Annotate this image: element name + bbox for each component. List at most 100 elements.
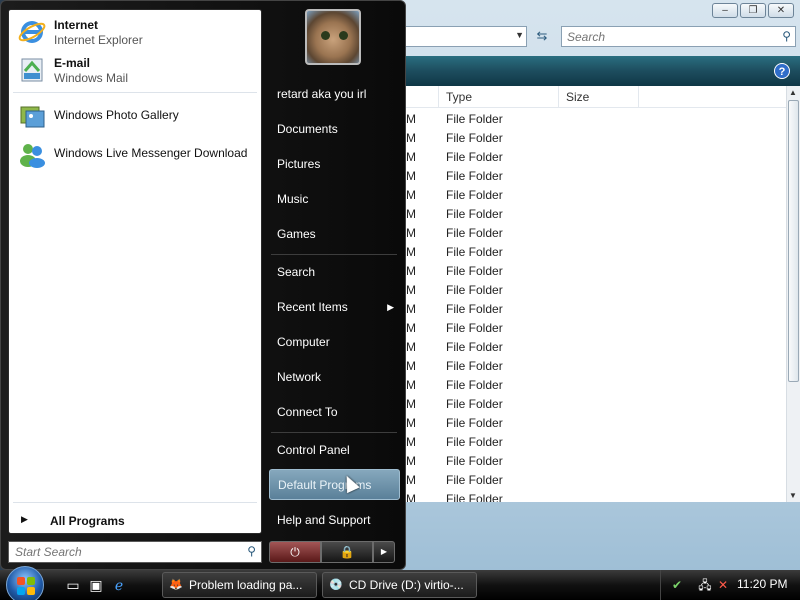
chevron-down-icon[interactable]: ▼	[515, 30, 524, 40]
right-item-games[interactable]: Games	[269, 219, 400, 249]
volume-muted-icon[interactable]: ✕	[715, 577, 731, 593]
column-separator[interactable]	[438, 86, 439, 108]
row-type: File Folder	[446, 112, 503, 126]
divider	[271, 254, 397, 255]
table-row[interactable]: M File Folder	[400, 281, 786, 300]
row-time-fragment: M	[406, 169, 416, 183]
column-separator[interactable]	[638, 86, 639, 108]
minimize-button[interactable]: –	[712, 3, 738, 18]
maximize-button[interactable]: ❐	[740, 3, 766, 18]
table-row[interactable]: M File Folder	[400, 357, 786, 376]
network-icon[interactable]: 🖧	[697, 577, 713, 593]
lock-button[interactable]: 🔒	[321, 541, 373, 563]
table-row[interactable]: M File Folder	[400, 452, 786, 471]
shutdown-options-button[interactable]: ▶	[373, 541, 395, 563]
close-button[interactable]: ✕	[768, 3, 794, 18]
column-separator[interactable]	[558, 86, 559, 108]
right-item-label: Recent Items	[277, 300, 348, 314]
chevron-right-icon: ▶	[380, 547, 388, 556]
right-item-music[interactable]: Music	[269, 184, 400, 214]
switch-windows-icon[interactable]: ▣	[88, 577, 104, 593]
help-icon[interactable]: ?	[774, 63, 790, 79]
pinned-internet[interactable]: Internet Internet Explorer	[13, 14, 259, 50]
row-time-fragment: M	[406, 340, 416, 354]
divider	[13, 502, 257, 503]
table-row[interactable]: M File Folder	[400, 262, 786, 281]
table-row[interactable]: M File Folder	[400, 205, 786, 224]
column-header: Type Size	[400, 86, 786, 108]
explorer-search-input[interactable]	[562, 27, 762, 46]
all-programs-button[interactable]: ▶ All Programs	[13, 510, 259, 532]
scrollbar-thumb[interactable]	[788, 100, 799, 382]
table-row[interactable]: M File Folder	[400, 490, 786, 502]
right-item-network[interactable]: Network	[269, 362, 400, 392]
cd-drive-icon: 💿	[329, 579, 343, 591]
right-item-help-and-support[interactable]: Help and Support	[269, 505, 400, 535]
search-icon[interactable]: ⚲	[247, 544, 256, 558]
table-row[interactable]: M File Folder	[400, 129, 786, 148]
internet-explorer-icon	[18, 21, 46, 43]
right-item-computer[interactable]: Computer	[269, 327, 400, 357]
power-controls: ⏻ 🔒 ▶	[269, 541, 395, 563]
table-row[interactable]: M File Folder	[400, 167, 786, 186]
table-row[interactable]: M File Folder	[400, 148, 786, 167]
right-item-pictures[interactable]: Pictures	[269, 149, 400, 179]
search-icon[interactable]: ⚲	[782, 29, 791, 43]
right-item-documents[interactable]: Documents	[269, 114, 400, 144]
table-row[interactable]: M File Folder	[400, 414, 786, 433]
right-item-search[interactable]: Search	[269, 257, 400, 287]
start-button[interactable]	[6, 566, 44, 600]
table-row[interactable]: M File Folder	[400, 338, 786, 357]
table-row[interactable]: M File Folder	[400, 376, 786, 395]
recent-photo-gallery[interactable]: Windows Photo Gallery	[13, 98, 259, 134]
system-tray: ✔ 🖧 ✕ 11:20 PM	[660, 570, 800, 600]
right-item-control-panel[interactable]: Control Panel	[269, 435, 400, 465]
column-type[interactable]: Type	[446, 90, 472, 104]
row-time-fragment: M	[406, 264, 416, 278]
recent-label: Windows Live Messenger Download	[54, 146, 248, 160]
task-label: Problem loading pa...	[189, 578, 303, 592]
show-desktop-icon[interactable]: ▭	[65, 577, 81, 593]
column-size[interactable]: Size	[566, 90, 589, 104]
right-item-connect-to[interactable]: Connect To	[269, 397, 400, 427]
table-row[interactable]: M File Folder	[400, 224, 786, 243]
table-row[interactable]: M File Folder	[400, 243, 786, 262]
table-row[interactable]: M File Folder	[400, 186, 786, 205]
table-row[interactable]: M File Folder	[400, 319, 786, 338]
pinned-email[interactable]: E-mail Windows Mail	[13, 52, 259, 88]
file-list: Type Size M File Folder M File Folder M File …	[400, 86, 786, 502]
explorer-search[interactable]: ⚲	[561, 26, 796, 47]
power-button[interactable]: ⏻	[269, 541, 321, 563]
chevron-right-icon: ▶	[387, 302, 394, 312]
row-type: File Folder	[446, 226, 503, 240]
scroll-up-icon[interactable]: ▲	[789, 88, 797, 97]
row-type: File Folder	[446, 492, 503, 502]
row-type: File Folder	[446, 378, 503, 392]
table-row[interactable]: M File Folder	[400, 395, 786, 414]
scroll-down-icon[interactable]: ▼	[789, 491, 797, 500]
table-row[interactable]: M File Folder	[400, 110, 786, 129]
safely-remove-icon[interactable]: ✔	[669, 577, 685, 593]
internet-explorer-icon[interactable]: ℯ	[111, 577, 127, 593]
row-time-fragment: M	[406, 226, 416, 240]
row-time-fragment: M	[406, 188, 416, 202]
taskbar-button-cd-drive[interactable]: 💿 CD Drive (D:) virtio-...	[322, 572, 477, 598]
right-item-recent-items[interactable]: Recent Items ▶	[269, 292, 400, 322]
row-time-fragment: M	[406, 473, 416, 487]
user-name-link[interactable]: retard aka you irl	[269, 79, 400, 109]
avatar[interactable]	[305, 9, 361, 65]
row-time-fragment: M	[406, 245, 416, 259]
row-type: File Folder	[446, 416, 503, 430]
vertical-scrollbar[interactable]: ▲ ▼	[786, 86, 800, 502]
address-bar[interactable]: ▼	[400, 26, 527, 47]
table-row[interactable]: M File Folder	[400, 471, 786, 490]
clock[interactable]: 11:20 PM	[737, 577, 787, 591]
taskbar-button-browser[interactable]: 🦊 Problem loading pa...	[162, 572, 317, 598]
table-row[interactable]: M File Folder	[400, 433, 786, 452]
start-search-input[interactable]	[9, 542, 229, 562]
table-row[interactable]: M File Folder	[400, 300, 786, 319]
recent-messenger[interactable]: Windows Live Messenger Download	[13, 136, 259, 172]
right-item-default-programs[interactable]: Default Programs	[269, 469, 400, 500]
start-search[interactable]: ⚲	[8, 541, 262, 563]
refresh-icon[interactable]: ⇆	[531, 26, 553, 47]
